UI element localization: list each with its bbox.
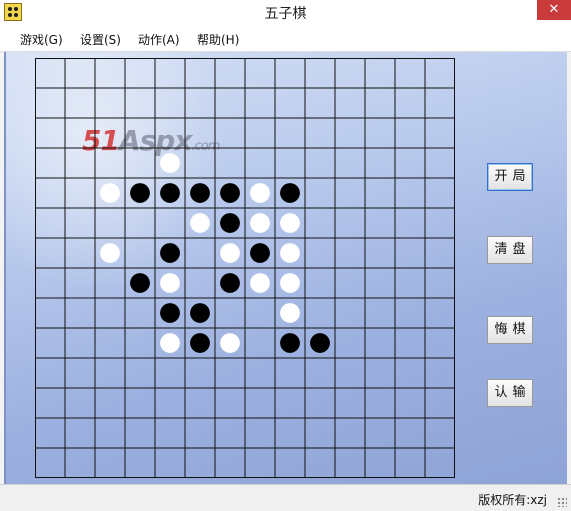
undo-move-button[interactable]: 悔棋 bbox=[487, 316, 533, 344]
menu-action[interactable]: 动作(A) bbox=[138, 31, 180, 48]
clear-board-button[interactable]: 清盘 bbox=[487, 236, 533, 264]
start-game-button[interactable]: 开局 bbox=[487, 163, 533, 191]
black-stone bbox=[310, 333, 330, 353]
menu-bar: 游戏(G) 设置(S) 动作(A) 帮助(H) bbox=[0, 26, 571, 52]
black-stone bbox=[130, 183, 150, 203]
white-stone bbox=[250, 213, 270, 233]
black-stone bbox=[190, 333, 210, 353]
black-stone bbox=[220, 213, 240, 233]
status-bar: 版权所有:xzj bbox=[0, 484, 571, 511]
black-stone bbox=[280, 183, 300, 203]
copyright-text: 版权所有:xzj bbox=[478, 493, 547, 507]
white-stone bbox=[280, 213, 300, 233]
menu-help[interactable]: 帮助(H) bbox=[197, 31, 239, 48]
board-canvas[interactable] bbox=[35, 58, 455, 478]
white-stone bbox=[280, 243, 300, 263]
title-bar[interactable]: 五子棋 ✕ bbox=[0, 0, 571, 26]
black-stone bbox=[160, 243, 180, 263]
client-left-edge bbox=[4, 52, 6, 484]
white-stone bbox=[280, 273, 300, 293]
white-stone bbox=[250, 183, 270, 203]
white-stone bbox=[100, 243, 120, 263]
white-stone bbox=[160, 333, 180, 353]
white-stone bbox=[220, 243, 240, 263]
menu-game[interactable]: 游戏(G) bbox=[20, 31, 63, 48]
black-stone bbox=[160, 183, 180, 203]
white-stone bbox=[100, 183, 120, 203]
resign-button[interactable]: 认输 bbox=[487, 379, 533, 407]
window-title: 五子棋 bbox=[264, 6, 307, 22]
menu-settings[interactable]: 设置(S) bbox=[80, 31, 121, 48]
gomoku-board[interactable] bbox=[35, 58, 455, 478]
white-stone bbox=[250, 273, 270, 293]
resize-grip-icon[interactable] bbox=[557, 497, 567, 507]
close-button[interactable]: ✕ bbox=[537, 0, 571, 20]
black-stone bbox=[280, 333, 300, 353]
black-stone bbox=[220, 183, 240, 203]
black-stone bbox=[160, 303, 180, 323]
white-stone bbox=[160, 273, 180, 293]
white-stone bbox=[190, 213, 210, 233]
black-stone bbox=[190, 183, 210, 203]
black-stone bbox=[130, 273, 150, 293]
app-window: 五子棋 ✕ 游戏(G) 设置(S) 动作(A) 帮助(H) 51Aspx.com… bbox=[0, 0, 571, 511]
white-stone bbox=[220, 333, 240, 353]
black-stone bbox=[190, 303, 210, 323]
white-stone bbox=[160, 153, 180, 173]
white-stone bbox=[280, 303, 300, 323]
black-stone bbox=[250, 243, 270, 263]
black-stone bbox=[220, 273, 240, 293]
